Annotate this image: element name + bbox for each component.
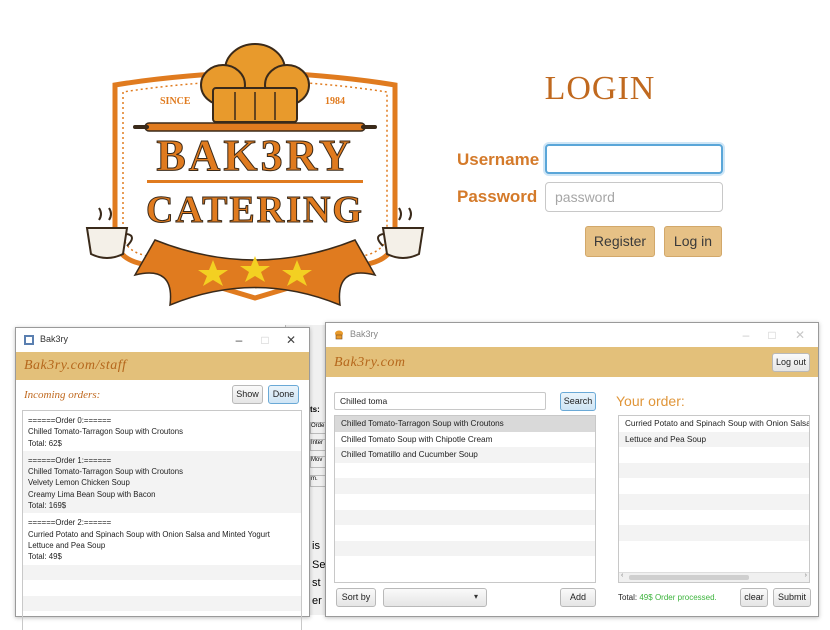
empty-row (335, 556, 595, 572)
close-icon[interactable]: ✕ (790, 326, 810, 344)
scroll-left-icon[interactable]: ‹ (621, 572, 623, 579)
order-header: ======Order 1:====== (28, 455, 112, 465)
clear-button[interactable]: clear (740, 588, 768, 607)
logo-year: 1984 (325, 96, 345, 107)
empty-row (23, 564, 301, 581)
order-total: Total: 169$ (28, 501, 67, 511)
result-item[interactable]: Chilled Tomato-Tarragon Soup with Crouto… (335, 416, 595, 432)
orders-list[interactable]: ======Order 0:====== Chilled Tomato-Tarr… (22, 410, 302, 630)
close-icon[interactable]: ✕ (281, 331, 301, 349)
submit-button[interactable]: Submit (773, 588, 811, 607)
brand-title: Bak3ry.com/staff (24, 358, 127, 373)
result-item[interactable]: Chilled Tomato Soup with Chipotle Cream (335, 432, 595, 448)
order-block[interactable]: ======Order 1:====== Chilled Tomato-Tarr… (23, 450, 301, 514)
order-total: Total: 62$ (28, 438, 62, 448)
order-block[interactable]: ======Order 2:====== Curried Potato and … (23, 513, 301, 564)
sort-dropdown[interactable]: ▾ (383, 588, 487, 607)
empty-row (23, 611, 301, 627)
window-title: Bak3ry (350, 329, 379, 339)
empty-row (335, 540, 595, 557)
empty-row (619, 447, 809, 463)
total-label: Total: (618, 593, 638, 602)
order-item[interactable]: Curried Potato and Spinach Soup with Oni… (619, 416, 809, 432)
password-label: Password (457, 187, 538, 206)
empty-row (335, 509, 595, 526)
order-item: Curried Potato and Spinach Soup with Oni… (28, 529, 270, 539)
brand-title: Bak3ry.com (334, 355, 406, 370)
register-button[interactable]: Register (585, 226, 655, 257)
order-item: Chilled Tomato-Tarragon Soup with Crouto… (28, 427, 184, 437)
order-list[interactable]: Curried Potato and Spinach Soup with Oni… (618, 415, 810, 583)
rolling-pin-icon (133, 122, 377, 132)
brand-bar: Bak3ry.com Log out (326, 347, 818, 377)
show-button[interactable]: Show (232, 385, 263, 404)
login-button[interactable]: Log in (664, 226, 722, 257)
password-input[interactable] (545, 182, 723, 212)
staff-titlebar: Bak3ry – □ ✕ (16, 328, 309, 352)
background-fragment: ts: (310, 405, 320, 414)
empty-row (335, 478, 595, 494)
staff-window: Bak3ry – □ ✕ Bak3ry.com/staff Incoming o… (15, 327, 310, 630)
done-button[interactable]: Done (268, 385, 299, 404)
order-status-text: Order processed. (654, 593, 717, 602)
empty-row (335, 525, 595, 541)
empty-row (619, 462, 809, 479)
brand-bar: Bak3ry.com/staff (16, 352, 309, 380)
empty-row (619, 541, 809, 557)
empty-row (335, 463, 595, 479)
sort-by-button[interactable]: Sort by (336, 588, 376, 607)
background-fragment: st (312, 577, 321, 589)
window-title: Bak3ry (40, 334, 69, 344)
logout-button[interactable]: Log out (772, 353, 810, 372)
empty-row (619, 525, 809, 541)
search-results-list[interactable]: Chilled Tomato-Tarragon Soup with Crouto… (334, 415, 596, 583)
chef-hat-app-icon (335, 330, 343, 340)
search-button[interactable]: Search (560, 392, 596, 411)
username-label: Username (457, 150, 540, 169)
empty-row (23, 580, 301, 596)
chevron-down-icon: ▾ (473, 592, 478, 601)
search-input[interactable] (334, 392, 546, 410)
app-icon (24, 335, 34, 345)
add-button[interactable]: Add (560, 588, 596, 607)
empty-row (619, 493, 809, 510)
order-block[interactable]: ======Order 0:====== Chilled Tomato-Tarr… (23, 411, 301, 451)
order-total: Total: 49$ (28, 552, 62, 562)
order-header: ======Order 2:====== (28, 518, 112, 528)
order-item: Chilled Tomato-Tarragon Soup with Crouto… (28, 467, 184, 477)
maximize-icon[interactable]: □ (762, 326, 782, 344)
bakery-catering-logo: SINCE 1984 BAK3RY CATERING (85, 43, 425, 307)
customer-window: Bak3ry – □ ✕ Bak3ry.com Log out Search C… (325, 322, 819, 617)
username-input[interactable] (545, 144, 723, 174)
horizontal-scrollbar[interactable]: ‹ › (619, 572, 809, 582)
chef-hat-icon (200, 43, 310, 123)
total-value: 49$ (639, 593, 653, 602)
empty-row (23, 595, 301, 612)
order-total-line: Total: 49$ Order processed. (618, 593, 717, 602)
order-item: Creamy Lima Bean Soup with Bacon (28, 489, 156, 499)
order-header: ======Order 0:====== (28, 416, 112, 425)
scroll-right-icon[interactable]: › (805, 572, 807, 579)
minimize-icon[interactable]: – (736, 326, 756, 344)
minimize-icon[interactable]: – (229, 331, 249, 349)
empty-row (619, 478, 809, 494)
login-title: LOGIN (544, 70, 656, 107)
result-item[interactable]: Chilled Tomatillo and Cucumber Soup (335, 447, 595, 463)
order-item[interactable]: Lettuce and Pea Soup (619, 431, 809, 448)
logo-word-catering: CATERING (146, 189, 364, 231)
maximize-icon[interactable]: □ (255, 331, 275, 349)
your-order-label: Your order: (616, 393, 685, 409)
incoming-orders-label: Incoming orders: (24, 389, 101, 401)
background-fragment: is (312, 540, 320, 552)
order-item: Velvety Lemon Chicken Soup (28, 478, 130, 488)
order-item: Lettuce and Pea Soup (28, 540, 106, 550)
logo-since: SINCE (160, 96, 191, 107)
customer-titlebar: Bak3ry – □ ✕ (326, 323, 818, 347)
logo-word-bakery: BAK3RY (156, 131, 353, 180)
empty-row (335, 494, 595, 510)
scrollbar-thumb[interactable] (629, 575, 749, 580)
empty-row (619, 510, 809, 526)
